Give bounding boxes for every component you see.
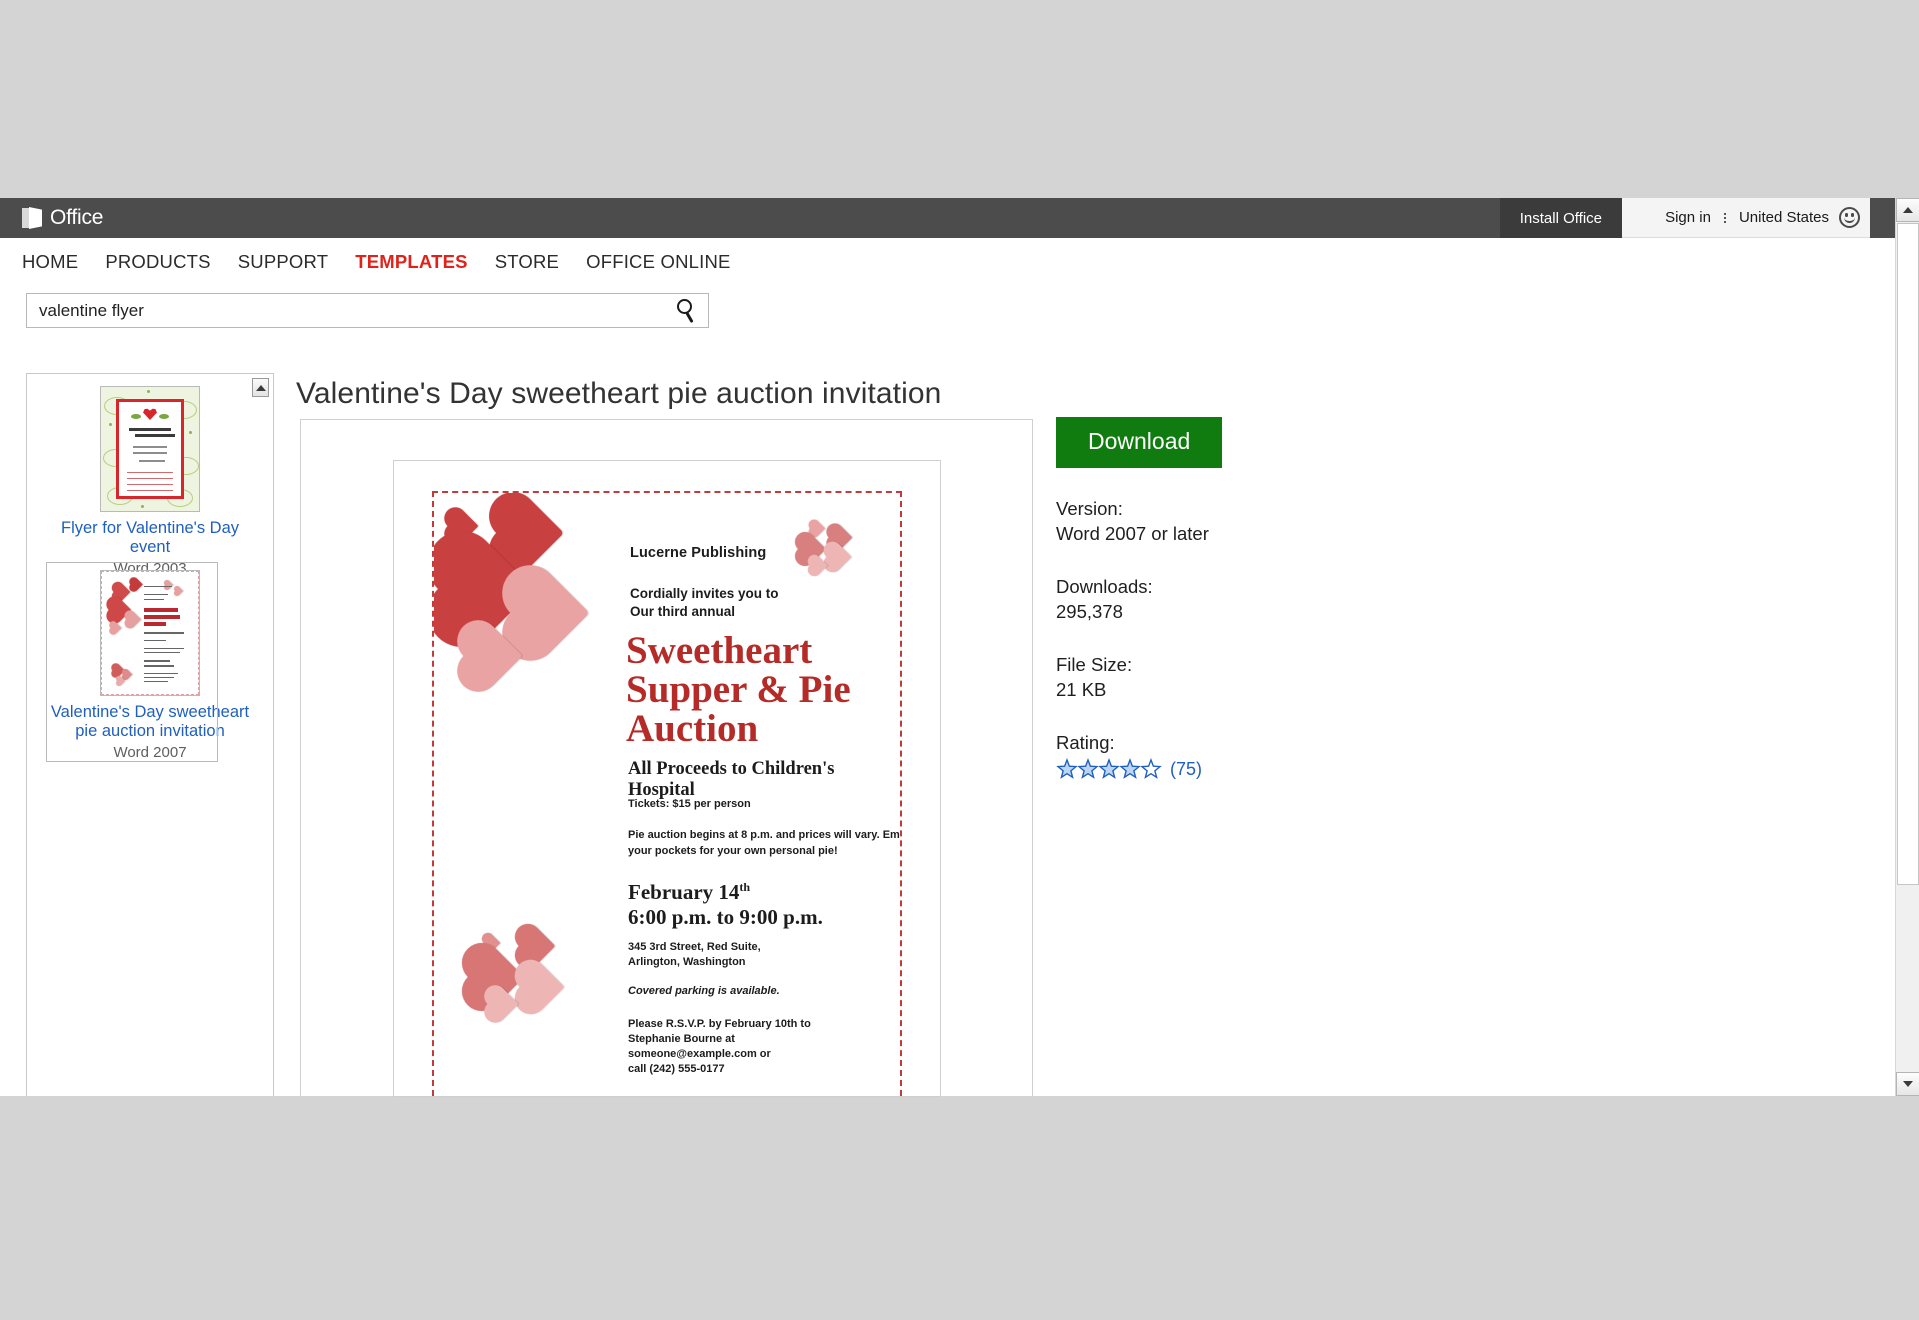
search-icon[interactable] <box>674 298 700 324</box>
nav-item-store[interactable]: STORE <box>495 251 559 273</box>
flyer-address: 345 3rd Street, Red Suite, Arlington, Wa… <box>628 941 761 968</box>
version-block: Version: Word 2007 or later <box>1056 496 1386 546</box>
downloads-block: Downloads: 295,378 <box>1056 574 1386 624</box>
main-navigation: HOME PRODUCTS SUPPORT TEMPLATES STORE OF… <box>0 238 1919 285</box>
nav-item-support[interactable]: SUPPORT <box>238 251 329 273</box>
office-logo[interactable]: Office <box>22 206 103 230</box>
chevron-up-icon <box>1903 207 1913 213</box>
flyer-date-day: February 14 <box>628 880 740 904</box>
nav-item-products[interactable]: PRODUCTS <box>105 251 210 273</box>
nav-item-home[interactable]: HOME <box>22 251 78 273</box>
rating-stars-icon[interactable] <box>1056 758 1162 780</box>
template-metadata-panel: Download Version: Word 2007 or later Dow… <box>1056 417 1386 780</box>
template-preview-page[interactable]: Lucerne Publishing Cordially invites you… <box>393 460 941 1097</box>
rating-block: Rating: (75) <box>1056 730 1386 780</box>
heart-icon <box>519 964 565 1010</box>
search-box[interactable] <box>26 293 709 328</box>
scrollbar-up-button[interactable] <box>1896 198 1919 222</box>
flyer-pie-note: Pie auction begins at 8 p.m. and prices … <box>628 829 900 857</box>
filesize-label: File Size: <box>1056 654 1133 675</box>
scrollbar-down-button[interactable] <box>1896 1072 1919 1096</box>
install-office-button[interactable]: Install Office <box>1499 198 1622 238</box>
flyer-tickets: Tickets: $15 per person <box>628 798 751 810</box>
search-row <box>26 293 709 328</box>
result-thumbnail <box>100 386 200 512</box>
office-brand-label: Office <box>50 206 104 229</box>
thumbnail-art-green-floral <box>101 387 199 511</box>
flyer-title: Sweetheart Supper & Pie Auction <box>626 629 851 750</box>
result-item-flyer-valentines-day[interactable]: Flyer for Valentine's Day event Word 200… <box>27 386 273 577</box>
window-scrollbar[interactable] <box>1895 198 1919 1096</box>
nav-item-office-online[interactable]: OFFICE ONLINE <box>586 251 730 273</box>
flyer-date-ordinal: th <box>739 880 751 894</box>
flyer-date-time: February 14th 6:00 p.m. to 9:00 p.m. <box>628 875 823 930</box>
heart-icon <box>518 927 556 965</box>
chevron-down-icon <box>1903 1081 1913 1087</box>
thumbnail-art-sweetheart <box>101 571 199 695</box>
download-button[interactable]: Download <box>1056 417 1223 468</box>
nav-item-templates[interactable]: TEMPLATES <box>355 251 467 273</box>
flyer-publisher: Lucerne Publishing <box>630 545 767 561</box>
result-thumbnail <box>100 570 200 696</box>
heart-icon <box>510 573 590 653</box>
separator-dots-icon <box>1721 212 1729 223</box>
version-value: Word 2007 or later <box>1056 523 1209 544</box>
filesize-block: File Size: 21 KB <box>1056 652 1386 702</box>
region-link[interactable]: United States <box>1739 209 1829 226</box>
flyer-time-range: 6:00 p.m. to 9:00 p.m. <box>628 905 823 929</box>
rating-count[interactable]: (75) <box>1170 759 1202 780</box>
flyer-artwork: Lucerne Publishing Cordially invites you… <box>432 491 902 1096</box>
scrollbar-thumb[interactable] <box>1897 223 1919 885</box>
result-item-sweetheart-pie-auction[interactable]: Valentine's Day sweetheart pie auction i… <box>27 562 273 762</box>
search-results-panel: Flyer for Valentine's Day event Word 200… <box>26 373 274 1096</box>
filesize-value: 21 KB <box>1056 679 1107 700</box>
downloads-value: 295,378 <box>1056 601 1123 622</box>
version-label: Version: <box>1056 498 1123 519</box>
flyer-invitation-line: Cordially invites you to Our third annua… <box>630 586 779 619</box>
header-utility-bar: Sign in United States <box>1622 198 1870 238</box>
template-preview-frame: Lucerne Publishing Cordially invites you… <box>300 419 1033 1097</box>
heart-icon <box>826 544 852 570</box>
star-rating[interactable]: (75) <box>1056 758 1386 780</box>
flyer-proceeds: All Proceeds to Children's Hospital <box>628 759 835 800</box>
heart-icon <box>487 988 519 1020</box>
flyer-rsvp: Please R.S.V.P. by February 10th to Step… <box>628 1018 811 1075</box>
office-logo-icon <box>22 207 42 229</box>
browser-viewport: Office Install Office Sign in United Sta… <box>0 198 1919 1097</box>
sign-in-link[interactable]: Sign in <box>1665 209 1711 226</box>
search-input[interactable] <box>37 299 674 322</box>
page-title: Valentine's Day sweetheart pie auction i… <box>296 377 942 410</box>
heart-icon <box>496 499 564 567</box>
rating-label: Rating: <box>1056 732 1115 753</box>
feedback-smiley-icon[interactable] <box>1839 207 1860 228</box>
flyer-parking-note: Covered parking is available. <box>628 985 780 997</box>
downloads-label: Downloads: <box>1056 576 1153 597</box>
result-title-link[interactable]: Flyer for Valentine's Day event <box>27 519 273 557</box>
